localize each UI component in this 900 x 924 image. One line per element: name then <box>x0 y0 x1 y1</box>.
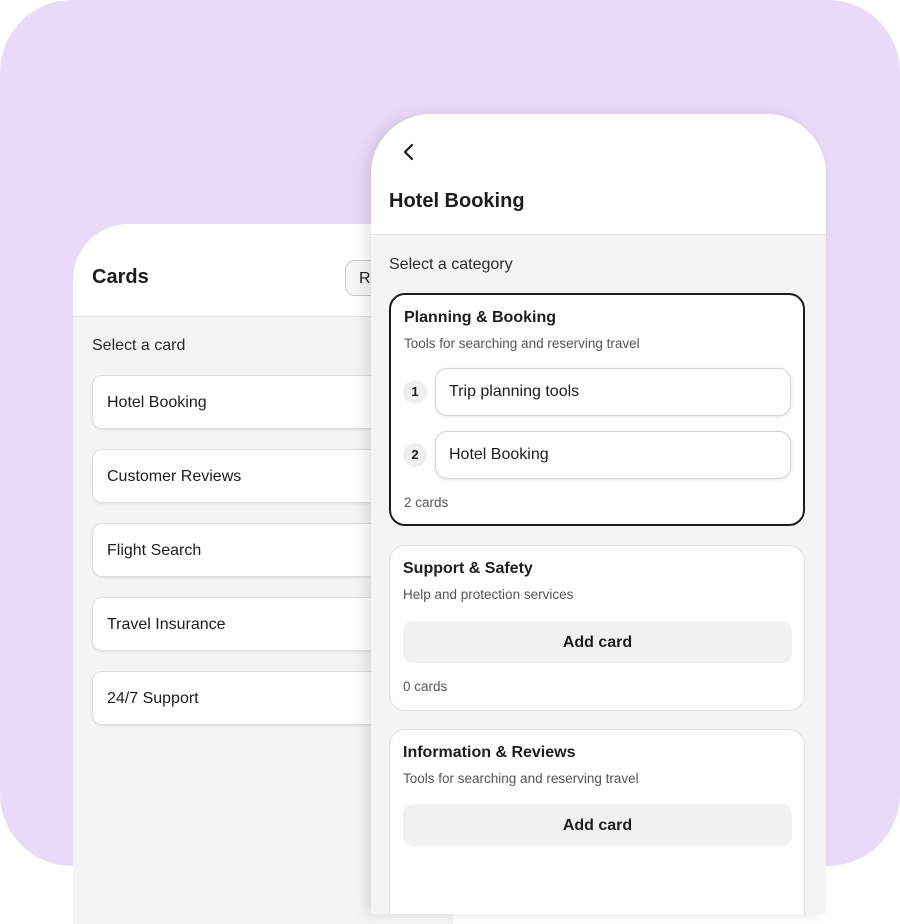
chevron-left-icon[interactable] <box>398 141 420 163</box>
page-title: Cards <box>92 266 149 288</box>
category-title: Planning & Booking <box>404 309 556 326</box>
category-description: Tools for searching and reserving travel <box>404 336 640 351</box>
category-support-safety[interactable]: Support & Safety Help and protection ser… <box>389 545 805 711</box>
assigned-card-hotel-booking[interactable]: Hotel Booking <box>435 431 791 479</box>
card-index-badge: 2 <box>403 443 427 467</box>
card-count: 0 cards <box>403 679 448 694</box>
add-card-button[interactable]: Add card <box>403 804 792 846</box>
page-title: Hotel Booking <box>389 190 525 212</box>
cards-subtitle: Select a card <box>92 337 186 354</box>
assigned-card-trip-planning[interactable]: Trip planning tools <box>435 368 791 416</box>
hotel-booking-screen: Hotel Booking Select a category Planning… <box>371 114 826 914</box>
category-information-reviews[interactable]: Information & Reviews Tools for searchin… <box>389 729 805 914</box>
card-index-badge: 1 <box>403 380 427 404</box>
category-title: Support & Safety <box>403 560 533 577</box>
category-description: Help and protection services <box>403 587 574 602</box>
category-planning-booking[interactable]: Planning & Booking Tools for searching a… <box>389 293 805 526</box>
category-title: Information & Reviews <box>403 744 576 761</box>
detail-header: Hotel Booking <box>371 114 826 235</box>
category-description: Tools for searching and reserving travel <box>403 771 639 786</box>
card-count: 2 cards <box>404 495 449 510</box>
category-subtitle: Select a category <box>389 256 513 273</box>
add-card-button[interactable]: Add card <box>403 621 792 663</box>
